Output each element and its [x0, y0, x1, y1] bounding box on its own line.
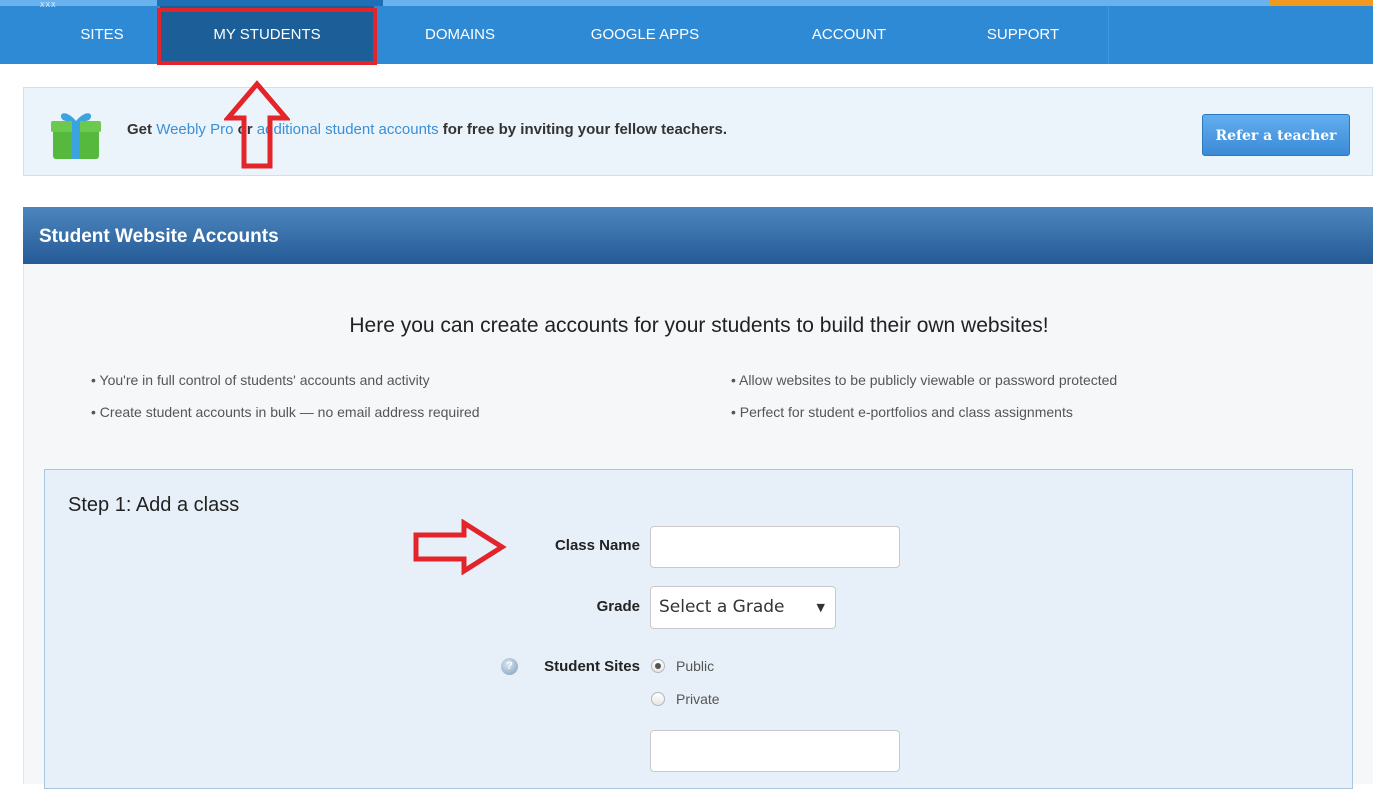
nav-item-domains[interactable]: DOMAINS [390, 6, 530, 64]
banner-text: Get Weebly Pro or additional student acc… [127, 121, 727, 138]
nav-item-google-apps[interactable]: GOOGLE APPS [560, 6, 730, 64]
highlight-box-my-students [157, 8, 377, 65]
annotation-right-arrow [413, 519, 507, 575]
help-icon[interactable]: ? [501, 658, 518, 675]
bullet-item: • You're in full control of students' ac… [91, 372, 430, 388]
nav-item-support[interactable]: SUPPORT [956, 6, 1090, 64]
logo: xxx [40, 0, 57, 9]
radio-private[interactable] [651, 692, 665, 706]
radio-public[interactable] [651, 659, 665, 673]
step1-form: Step 1: Add a class Class Name Grade Sel… [44, 469, 1353, 789]
weebly-pro-link[interactable]: Weebly Pro [156, 121, 233, 138]
step-title: Step 1: Add a class [68, 494, 240, 516]
nav-item-account[interactable]: ACCOUNT [776, 6, 922, 64]
grade-label: Grade [596, 598, 640, 615]
bullet-item: • Allow websites to be publicly viewable… [731, 372, 1118, 388]
grade-select[interactable]: Select a Grade ▼ [650, 586, 836, 629]
class-name-label: Class Name [554, 537, 640, 554]
annotation-up-arrow [224, 80, 290, 169]
intro-heading: Here you can create accounts for your st… [349, 314, 1049, 337]
radio-public-label: Public [676, 658, 715, 674]
radio-private-label: Private [676, 691, 720, 707]
bullet-item: • Perfect for student e-portfolios and c… [731, 404, 1073, 420]
nav-item-sites[interactable]: SITES [58, 6, 146, 64]
extra-input[interactable] [650, 730, 900, 772]
refer-teacher-button[interactable]: Refer a teacher [1202, 114, 1350, 156]
gift-icon [51, 113, 101, 159]
grade-select-value: Select a Grade [659, 597, 785, 617]
class-name-input[interactable] [650, 526, 900, 568]
chevron-down-icon: ▼ [816, 601, 825, 614]
student-sites-label: Student Sites [544, 658, 640, 675]
bullet-item: • Create student accounts in bulk — no e… [91, 404, 480, 420]
panel-title: Student Website Accounts [23, 207, 1373, 264]
